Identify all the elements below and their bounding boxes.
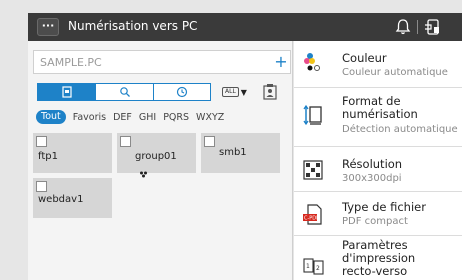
setting-value: 300x300dpi bbox=[342, 173, 402, 184]
destination-checkbox[interactable] bbox=[204, 136, 215, 147]
setting-title: Résolution bbox=[342, 157, 403, 171]
clock-icon bbox=[176, 83, 188, 102]
tab-address-book[interactable] bbox=[38, 83, 96, 102]
setting-color[interactable]: Couleur Couleur automatique bbox=[294, 41, 462, 88]
duplex-icon: 1 2 bbox=[303, 256, 324, 276]
color-icon bbox=[303, 52, 323, 72]
search-icon bbox=[119, 83, 131, 102]
destination-card-group01[interactable]: group01 bbox=[117, 133, 196, 178]
destination-list: ftp1 group01 smb1 webdav1 bbox=[33, 133, 289, 278]
add-destination-button[interactable]: + bbox=[271, 51, 291, 73]
destination-card-webdav1[interactable]: webdav1 bbox=[33, 178, 112, 218]
filter-ghi[interactable]: GHI bbox=[139, 112, 156, 123]
setting-title: Paramètres d'impression recto-verso bbox=[342, 238, 416, 278]
index-filter-bar: Tout Favoris DEF GHI PQRS WXYZ bbox=[36, 110, 224, 124]
destination-label: webdav1 bbox=[38, 194, 84, 205]
file-type-icon: C-PDF bbox=[303, 204, 323, 225]
screen: ··· Numérisation vers PC SAMPLE.PC + ALL… bbox=[0, 0, 462, 280]
header-bar: ··· Numérisation vers PC bbox=[28, 13, 462, 41]
address-book-detail-icon[interactable] bbox=[261, 83, 279, 101]
filter-tout[interactable]: Tout bbox=[36, 110, 66, 124]
scan-size-icon bbox=[303, 104, 323, 126]
tab-search[interactable] bbox=[95, 83, 153, 102]
mode-tabs bbox=[37, 83, 211, 101]
header-divider bbox=[417, 20, 418, 34]
destination-card-smb1[interactable]: smb1 bbox=[201, 133, 280, 173]
destination-checkbox[interactable] bbox=[36, 136, 47, 147]
filter-pqrs[interactable]: PQRS bbox=[163, 112, 189, 123]
chevron-down-icon: ▼ bbox=[240, 87, 247, 97]
mobile-device-icon[interactable] bbox=[422, 17, 444, 37]
file-type-badge: C-PDF bbox=[304, 216, 319, 222]
view-all-select[interactable]: ALL ▼ bbox=[222, 84, 254, 100]
destination-checkbox[interactable] bbox=[120, 136, 131, 147]
destination-input[interactable]: SAMPLE.PC + bbox=[33, 50, 291, 74]
resolution-icon bbox=[303, 160, 323, 180]
setting-scan-size[interactable]: Format de numérisation Détection automat… bbox=[294, 88, 462, 147]
destination-label: smb1 bbox=[219, 147, 247, 158]
destination-checkbox[interactable] bbox=[36, 181, 47, 192]
setting-file-type[interactable]: C-PDF Type de fichier PDF compact bbox=[294, 192, 462, 236]
setting-resolution[interactable]: Résolution 300x300dpi bbox=[294, 147, 462, 192]
page-title: Numérisation vers PC bbox=[68, 19, 198, 33]
settings-panel: Couleur Couleur automatique Format de nu… bbox=[294, 41, 462, 280]
setting-value: Couleur automatique bbox=[342, 67, 448, 78]
setting-title: Couleur bbox=[342, 51, 387, 65]
destination-label: group01 bbox=[135, 151, 177, 162]
menu-button[interactable]: ··· bbox=[37, 18, 59, 36]
setting-value: Détection automatique bbox=[342, 124, 458, 135]
destination-label: ftp1 bbox=[38, 151, 58, 162]
destination-panel: SAMPLE.PC + ALL ▼ Tout Favoris DEF GHI P… bbox=[28, 41, 293, 280]
filter-def[interactable]: DEF bbox=[113, 112, 132, 123]
svg-text:1: 1 bbox=[306, 263, 310, 270]
destination-placeholder: SAMPLE.PC bbox=[40, 56, 102, 69]
setting-title: Format de numérisation bbox=[342, 94, 418, 121]
setting-title: Type de fichier bbox=[342, 200, 426, 214]
all-badge: ALL bbox=[222, 87, 239, 97]
group-icon bbox=[139, 163, 148, 178]
setting-value: PDF compact bbox=[342, 216, 408, 227]
filter-wxyz[interactable]: WXYZ bbox=[196, 112, 224, 123]
address-book-icon bbox=[61, 83, 73, 102]
tab-history[interactable] bbox=[152, 83, 211, 102]
notification-bell-icon[interactable] bbox=[392, 17, 414, 37]
setting-duplex[interactable]: 1 2 Paramètres d'impression recto-verso bbox=[294, 236, 462, 280]
filter-favoris[interactable]: Favoris bbox=[73, 112, 106, 123]
svg-text:2: 2 bbox=[316, 265, 320, 272]
destination-card-ftp1[interactable]: ftp1 bbox=[33, 133, 112, 173]
